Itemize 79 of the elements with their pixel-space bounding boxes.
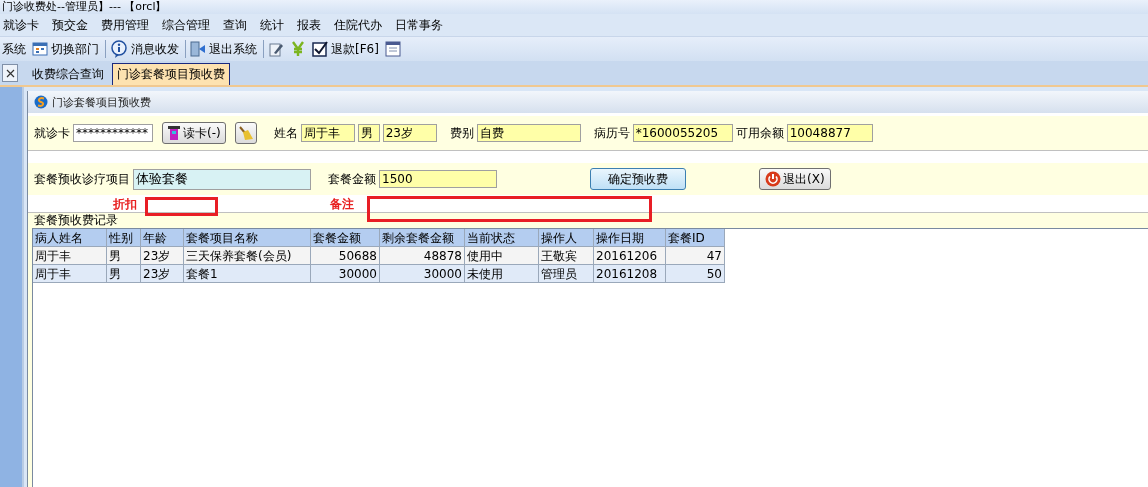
menu-item[interactable]: 费用管理 [98,16,156,34]
table-cell: 50688 [311,247,380,265]
column-header[interactable]: 套餐金额 [311,229,380,247]
broom-icon[interactable] [234,122,257,144]
age-field[interactable]: 23岁 [382,124,437,142]
field-label: 姓名 [273,124,298,142]
table-cell: 男 [107,247,141,265]
balance-field[interactable]: 10048877 [786,124,873,142]
column-header[interactable]: 套餐ID [666,229,725,247]
table-cell: 使用中 [465,247,539,265]
table-cell: 周于丰 [33,265,107,283]
record-number-field[interactable]: *1600055205 [632,124,733,142]
table-cell: 20161208 [594,265,666,283]
exit-button[interactable]: 退出(X) [759,168,831,190]
menu-item[interactable]: 就诊卡 [0,16,46,34]
field-label: 费别 [449,124,474,142]
menu-item[interactable]: 统计 [257,16,291,34]
card-reader-icon [167,125,181,141]
window-title: 门诊收费处--管理员】--- 【orcl】 [1,1,167,13]
menu-item[interactable]: 综合管理 [159,16,217,34]
menu-item[interactable]: 日常事务 [392,16,450,34]
close-icon[interactable] [2,64,18,82]
toolbar-button[interactable]: 退款[F6] [310,40,383,58]
field-label: 套餐金额 [328,170,376,188]
column-header[interactable]: 年龄 [141,229,184,247]
table-cell: 周于丰 [33,247,107,265]
table-cell: 23岁 [141,247,184,265]
tab[interactable]: 收费综合查询 [28,64,108,85]
table-cell: 未使用 [465,265,539,283]
name-field[interactable]: 周于丰 [300,124,355,142]
fee-type-field[interactable]: 自费 [476,124,581,142]
table-cell: 王敬宾 [539,247,594,265]
card-field[interactable]: ************ [73,124,153,142]
info-icon [110,40,128,58]
table-cell: 50 [666,265,725,283]
toolbar-button[interactable]: 系统 [0,40,30,58]
table-cell: 23岁 [141,265,184,283]
confirm-button[interactable]: 确定预收费 [590,168,686,190]
logo-icon [34,95,48,109]
column-header[interactable]: 性别 [107,229,141,247]
table-cell: 47 [666,247,725,265]
column-header[interactable]: 套餐项目名称 [184,229,311,247]
checkbox-icon [312,41,328,57]
panel-title: 门诊套餐项目预收费 [52,94,151,110]
column-header[interactable]: 病人姓名 [33,229,107,247]
annotation-label: 备注 [330,196,354,213]
table-cell: 20161206 [594,247,666,265]
menu-item[interactable]: 查询 [220,16,254,34]
group-title: 套餐预收费记录 [34,213,119,228]
package-amount-field[interactable]: 1500 [379,170,497,188]
table-cell: 30000 [311,265,380,283]
field-label: 病历号 [593,124,630,142]
annotation-label: 折扣 [113,196,137,213]
menu-item[interactable]: 预交金 [49,16,95,34]
table-cell: 48878 [380,247,465,265]
field-label: 可用余额 [735,124,784,142]
door-icon [190,41,206,57]
power-icon [765,171,781,187]
column-header[interactable]: 剩余套餐金额 [380,229,465,247]
column-header[interactable]: 当前状态 [465,229,539,247]
read-card-button[interactable]: 读卡(-) [162,122,226,144]
table-cell: 管理员 [539,265,594,283]
column-header[interactable]: 操作人 [539,229,594,247]
package-item-field[interactable]: 体验套餐 [133,168,311,190]
table-cell: 男 [107,265,141,283]
table-cell: 30000 [380,265,465,283]
column-header[interactable]: 操作日期 [594,229,666,247]
toolbar-button[interactable]: 切换部门 [30,40,103,58]
calendar-icon [32,41,48,57]
field-label: 就诊卡 [34,124,70,142]
tab[interactable]: 门诊套餐项目预收费 [112,63,230,85]
sex-field[interactable]: 男 [357,124,380,142]
table-cell: 三天保养套餐(会员) [184,247,311,265]
menu-item[interactable]: 住院代办 [331,16,389,34]
toolbar-button[interactable]: 消息收发 [108,40,183,58]
toolbar-button[interactable]: 退出系统 [188,40,261,58]
menu-item[interactable]: 报表 [294,16,328,34]
field-label: 套餐预收诊疗项目 [34,170,130,188]
table-cell: 套餐1 [184,265,311,283]
